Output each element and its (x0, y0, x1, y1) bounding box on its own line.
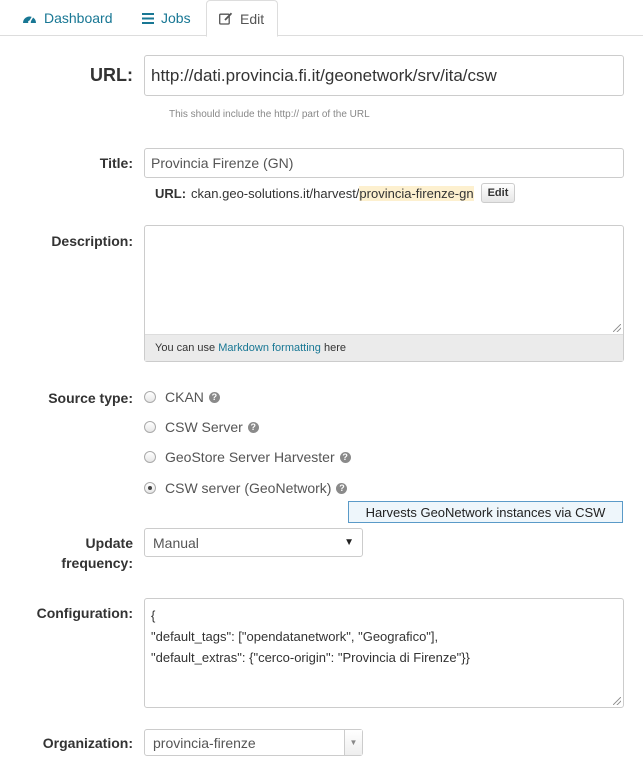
organization-value: provincia-firenze (153, 734, 256, 751)
configuration-textarea[interactable]: { "default_tags": ["opendatanetwork", "G… (144, 598, 624, 708)
help-icon[interactable]: ? (336, 482, 348, 494)
source-option-geostore-label: GeoStore Server Harvester (165, 449, 335, 465)
resize-handle[interactable] (613, 324, 621, 332)
nav-tabs: Dashboard Jobs Edit (0, 0, 643, 37)
caret-down-icon: ▼ (344, 537, 354, 548)
radio-csw-server[interactable] (144, 421, 156, 433)
url-help-text: This should include the http:// part of … (169, 109, 370, 120)
tab-edit[interactable]: Edit (206, 0, 278, 37)
radio-ckan[interactable] (144, 391, 156, 403)
source-option-ckan-label: CKAN (165, 389, 204, 405)
source-type-label: Source type: (48, 390, 133, 406)
update-frequency-select[interactable]: Manual ▼ (144, 528, 363, 557)
tab-edit-label: Edit (240, 10, 265, 27)
tab-jobs-label: Jobs (161, 10, 191, 26)
description-label: Description: (51, 233, 133, 249)
config-line-3: "default_extras": {"cerco-origin": "Prov… (151, 650, 470, 665)
config-line-2: "default_tags": ["opendatanetwork", "Geo… (151, 629, 439, 644)
title-label: Title: (99, 155, 133, 171)
edit-icon (219, 12, 233, 25)
help-icon[interactable]: ? (208, 391, 220, 403)
resize-handle[interactable] (613, 697, 621, 705)
description-box: You can use Markdown formatting here (144, 225, 624, 362)
help-icon[interactable]: ? (247, 421, 259, 433)
dashboard-icon (22, 12, 37, 25)
organization-label: Organization: (42, 735, 133, 751)
source-option-ckan[interactable]: CKAN ? (144, 387, 220, 407)
markdown-link[interactable]: Markdown formatting (218, 342, 321, 354)
url-slug: URL: ckan.geo-solutions.it/harvest/ prov… (155, 183, 516, 203)
url-input-value: http://dati.provincia.fi.it/geonetwork/s… (151, 65, 497, 85)
source-option-csw-server-label: CSW Server (165, 419, 243, 435)
title-input-value: Provincia Firenze (GN) (151, 155, 294, 171)
source-option-geonetwork-label: CSW server (GeoNetwork) (165, 480, 332, 496)
update-frequency-value: Manual (153, 534, 199, 551)
tab-dashboard[interactable]: Dashboard (22, 0, 113, 36)
markdown-hint: You can use Markdown formatting here (145, 334, 623, 361)
config-line-1: { (151, 608, 156, 623)
update-frequency-label: Update frequency: (0, 533, 133, 573)
description-textarea[interactable] (145, 226, 623, 334)
url-slug-label: URL: (155, 185, 187, 201)
markdown-hint-suffix: here (320, 342, 346, 354)
url-input[interactable]: http://dati.provincia.fi.it/geonetwork/s… (144, 55, 624, 96)
tab-dashboard-label: Dashboard (44, 10, 113, 26)
url-label: URL: (90, 65, 133, 85)
source-option-csw-server[interactable]: CSW Server ? (144, 417, 259, 437)
update-frequency-label-line1: Update (85, 535, 133, 551)
url-slug-prefix: ckan.geo-solutions.it/harvest/ (191, 185, 360, 201)
configuration-label: Configuration: (36, 605, 133, 621)
tab-jobs[interactable]: Jobs (142, 0, 191, 36)
organization-select[interactable]: provincia-firenze ▼ (144, 729, 363, 756)
radio-geostore[interactable] (144, 451, 156, 463)
source-type-tooltip: Harvests GeoNetwork instances via CSW (348, 501, 623, 523)
list-icon (142, 12, 154, 24)
source-option-geostore[interactable]: GeoStore Server Harvester ? (144, 447, 351, 467)
radio-geonetwork[interactable] (144, 482, 156, 494)
caret-down-icon[interactable]: ▼ (344, 730, 362, 755)
help-icon[interactable]: ? (339, 451, 351, 463)
source-option-geonetwork[interactable]: CSW server (GeoNetwork) ? (144, 478, 348, 498)
markdown-hint-prefix: You can use (155, 342, 219, 354)
update-frequency-label-line2: frequency: (61, 555, 133, 571)
title-input[interactable]: Provincia Firenze (GN) (144, 148, 624, 178)
url-slug-value: provincia-firenze-gn (359, 185, 474, 201)
slug-edit-button[interactable]: Edit (480, 183, 516, 203)
